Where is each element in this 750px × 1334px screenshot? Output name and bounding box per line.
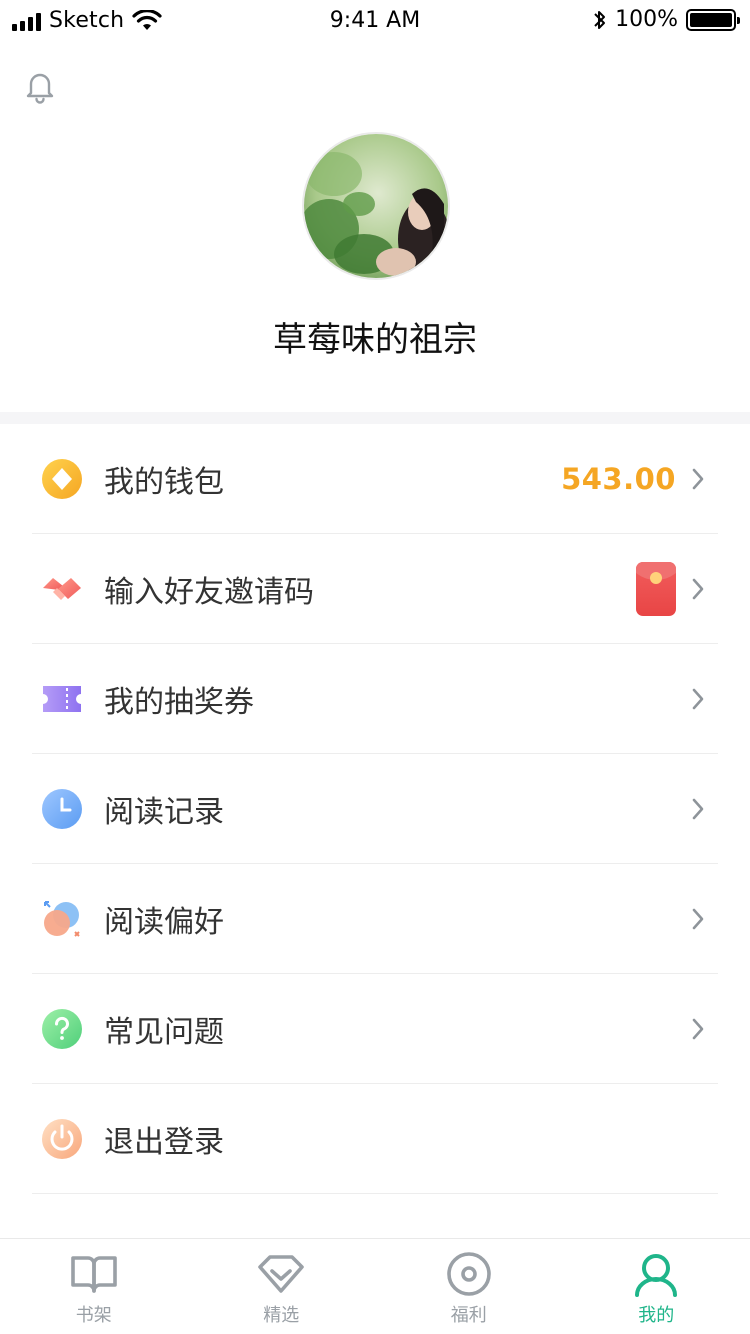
target-icon [446,1252,491,1296]
book-icon [70,1256,117,1293]
user-icon [635,1254,678,1297]
menu-list: 我的钱包 543.00 输入好友邀请码 我的抽奖券 阅读记录 阅读偏好 常见问题… [32,424,718,1194]
chevron-right-icon [692,908,704,929]
menu-item-label: 阅读偏好 [104,904,224,940]
question-icon [42,1008,82,1049]
status-bar: Sketch 9:41 AM 100% [0,0,750,40]
menu-item-label: 输入好友邀请码 [104,574,314,610]
menu-item-label: 常见问题 [104,1014,224,1050]
chevron-right-icon [692,468,704,489]
username: 草莓味的祖宗 [273,320,477,360]
tab-mine[interactable]: 我的 [563,1239,750,1334]
chevron-right-icon [692,688,704,709]
chevron-right-icon [692,1018,704,1039]
tab-label: 书架 [75,1305,112,1326]
clock-icon [42,788,82,829]
battery-percent: 100% [615,7,678,32]
menu-item-label: 我的钱包 [104,464,224,500]
menu-item-reading-history[interactable]: 阅读记录 [32,754,718,864]
bluetooth-icon [594,10,606,29]
tab-label: 福利 [450,1305,487,1326]
menu-item-label: 我的抽奖券 [104,684,254,720]
menu-item-reading-preference[interactable]: 阅读偏好 [32,864,718,974]
ticket-icon [43,685,81,712]
avatar[interactable] [302,132,450,280]
battery-icon [686,8,740,31]
tab-featured[interactable]: 精选 [188,1239,376,1334]
menu-item-label: 阅读记录 [104,794,224,830]
avatar-photo [304,134,448,278]
tab-welfare[interactable]: 福利 [375,1239,563,1334]
chevron-right-icon [692,798,704,819]
menu-item-logout[interactable]: 退出登录 [32,1084,718,1194]
red-envelope-icon [636,561,676,616]
menu-item-wallet[interactable]: 我的钱包 543.00 [32,424,718,534]
wallet-balance: 543.00 [561,461,676,496]
menu-item-label: 退出登录 [104,1124,224,1160]
tab-bookshelf[interactable]: 书架 [0,1239,188,1334]
bell-icon[interactable] [22,68,58,104]
section-divider [0,412,750,424]
menu-item-invite-code[interactable]: 输入好友邀请码 [32,534,718,644]
menu-item-lottery-tickets[interactable]: 我的抽奖券 [32,644,718,754]
chevron-right-icon [692,578,704,599]
tab-label: 我的 [638,1305,675,1326]
preference-icon [44,900,80,937]
power-icon [42,1118,82,1159]
wallet-coin-icon [42,458,82,499]
handshake-icon [43,577,81,600]
tab-label: 精选 [263,1305,300,1326]
menu-item-faq[interactable]: 常见问题 [32,974,718,1084]
diamond-icon [258,1255,305,1293]
tab-bar: 书架 精选 福利 我的 [0,1238,750,1334]
